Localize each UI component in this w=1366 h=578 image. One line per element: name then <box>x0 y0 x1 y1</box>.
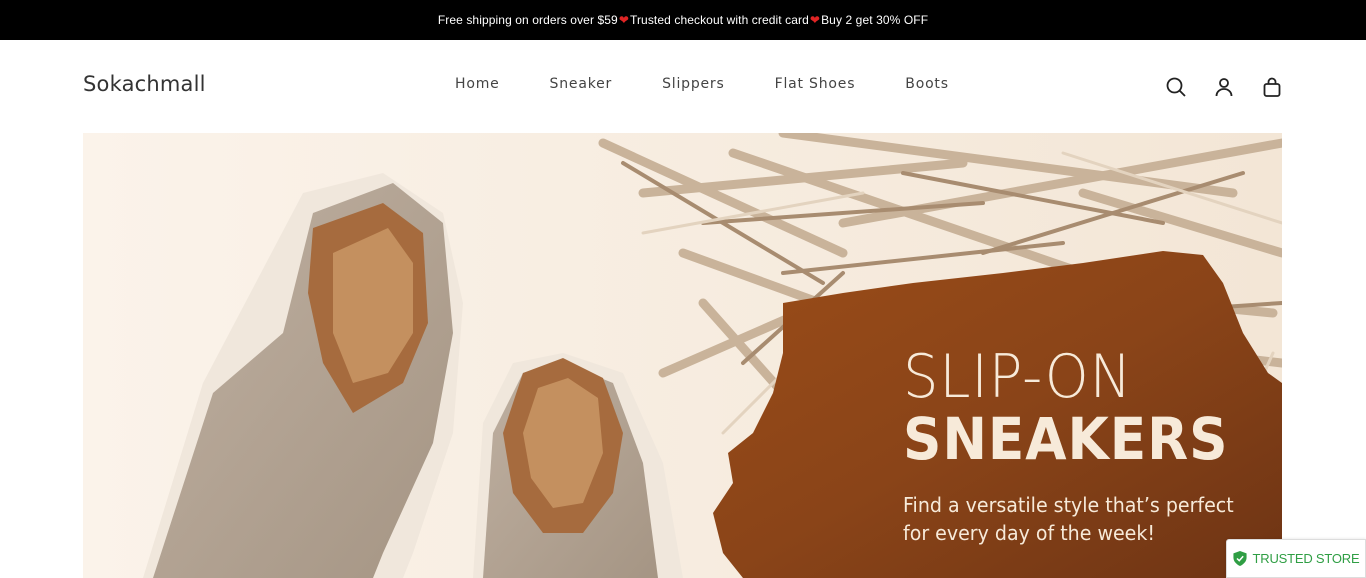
account-icon[interactable] <box>1212 75 1236 99</box>
hero-title-line2: SNEAKERS <box>903 405 1229 473</box>
main-nav: Home Sneaker Slippers Flat Shoes Boots <box>455 76 999 92</box>
header-icons <box>1140 75 1284 99</box>
hero-subtitle-line2: for every day of the week! <box>903 521 1155 545</box>
trusted-store-badge[interactable]: TRUSTED STORE <box>1226 539 1366 578</box>
site-logo[interactable]: Sokachmall <box>83 72 206 96</box>
nav-flat-shoes[interactable]: Flat Shoes <box>775 76 856 92</box>
cart-icon[interactable] <box>1260 75 1284 99</box>
hero-subtitle-line1: Find a versatile style that’s perfect <box>903 493 1234 517</box>
heart-icon: ❤ <box>618 13 629 27</box>
hero-subtitle: Find a versatile style that’s perfect fo… <box>903 491 1255 547</box>
nav-boots[interactable]: Boots <box>905 76 949 92</box>
hero-banner[interactable]: SLIP-ON SNEAKERS Find a versatile style … <box>83 133 1282 578</box>
hero-text: SLIP-ON SNEAKERS Find a versatile style … <box>903 347 1273 547</box>
search-icon[interactable] <box>1164 75 1188 99</box>
announcement-text-2: Trusted checkout with credit card <box>629 13 809 27</box>
site-header: Sokachmall Home Sneaker Slippers Flat Sh… <box>0 40 1366 133</box>
announcement-text-3: Buy 2 get 30% OFF <box>821 13 929 27</box>
announcement-text-1: Free shipping on orders over $59 <box>437 13 618 27</box>
nav-sneaker[interactable]: Sneaker <box>550 76 613 92</box>
announcement-bar: Free shipping on orders over $59 ❤ Truste… <box>0 0 1366 40</box>
shield-check-icon <box>1232 551 1247 566</box>
trusted-store-label: TRUSTED STORE <box>1252 551 1360 566</box>
heart-icon: ❤ <box>809 13 821 27</box>
hero-title-line1: SLIP-ON <box>903 342 1133 412</box>
nav-slippers[interactable]: Slippers <box>662 76 725 92</box>
nav-home[interactable]: Home <box>455 76 500 92</box>
